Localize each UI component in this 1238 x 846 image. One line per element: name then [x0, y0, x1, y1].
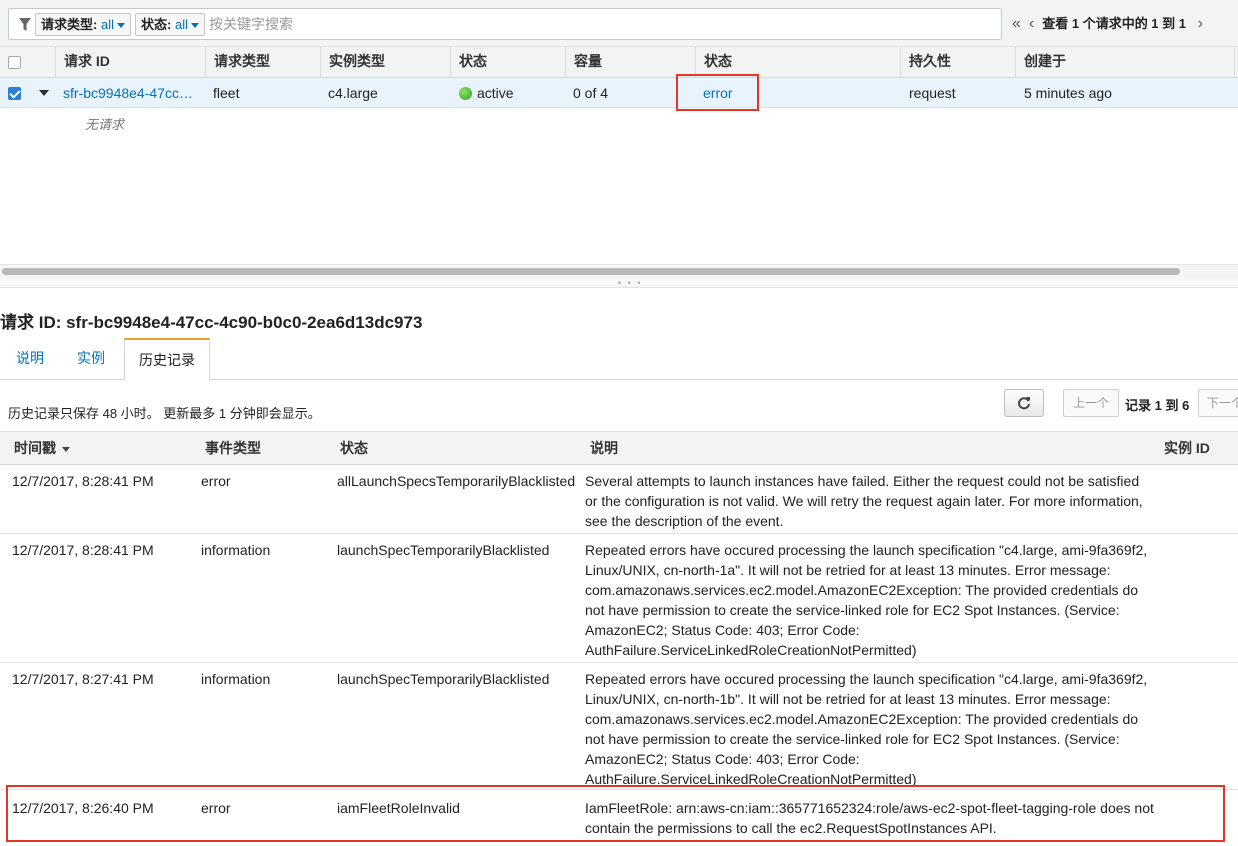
top-pager: « ‹ 查看 1 个请求中的 1 到 1 › — [1012, 13, 1203, 32]
scrollbar-thumb[interactable] — [2, 268, 1180, 275]
sort-down-icon — [62, 446, 70, 452]
tab-instances[interactable]: 实例 — [63, 338, 119, 380]
event-type-cell: error — [201, 473, 231, 489]
history-note: 历史记录只保存 48 小时。 更新最多 1 分钟即会显示。 — [8, 406, 321, 421]
column-header-request-type[interactable]: 请求类型 — [205, 47, 270, 78]
event-type-cell: information — [201, 671, 271, 687]
column-header-label: 时间戳 — [14, 440, 56, 456]
first-page-icon[interactable]: « — [1012, 16, 1021, 32]
grip-icon: • • • — [618, 278, 643, 288]
event-type-cell: information — [201, 542, 271, 558]
chevron-down-icon — [190, 23, 199, 29]
chip-label: 请求类型: — [41, 17, 98, 32]
previous-button[interactable]: 上一个 — [1063, 389, 1119, 417]
history-row: 12/7/2017, 8:28:41 PM error allLaunchSpe… — [0, 465, 1238, 534]
column-header-status[interactable]: 状态 — [340, 432, 368, 465]
column-header-request-id[interactable]: 请求 ID — [55, 47, 110, 78]
history-row: 12/7/2017, 8:28:41 PM information launch… — [0, 534, 1238, 663]
history-row: 12/7/2017, 8:27:41 PM information launch… — [0, 663, 1238, 790]
filter-box[interactable]: 请求类型: all 状态: all — [8, 8, 1002, 40]
no-requests-text: 无请求 — [85, 117, 125, 132]
funnel-icon — [19, 18, 31, 31]
chip-value: all — [100, 17, 114, 32]
description-cell: Repeated errors have occured processing … — [585, 542, 1148, 658]
column-header-timestamp[interactable]: 时间戳 — [14, 432, 70, 465]
next-button[interactable]: 下一个 — [1198, 389, 1238, 417]
description-cell: Several attempts to launch instances hav… — [585, 473, 1143, 529]
history-table-header: 时间戳 事件类型 状态 说明 实例 ID — [0, 431, 1238, 465]
column-header-description[interactable]: 说明 — [590, 432, 618, 465]
detail-title: 请求 ID: sfr-bc9948e4-47cc-4c90-b0c0-2ea6d… — [0, 313, 423, 332]
persistence-cell: request — [909, 85, 956, 101]
prev-page-icon[interactable]: ‹ — [1029, 16, 1034, 32]
row-checkbox[interactable] — [8, 87, 21, 100]
filter-bar: 请求类型: all 状态: all « ‹ 查看 1 个请求中的 1 到 1 › — [0, 0, 1238, 46]
timestamp-cell: 12/7/2017, 8:27:41 PM — [12, 671, 154, 687]
request-id-link[interactable]: sfr-bc9948e4-47cc… — [63, 78, 201, 108]
column-header-event-type[interactable]: 事件类型 — [205, 432, 261, 465]
refresh-button[interactable] — [1004, 389, 1044, 417]
pager-text: 查看 1 个请求中的 1 到 1 — [1042, 16, 1186, 31]
column-header-created[interactable]: 创建于 — [1015, 47, 1235, 78]
instance-type-cell: c4.large — [328, 85, 378, 101]
search-input[interactable] — [209, 12, 989, 36]
status-cell: launchSpecTemporarilyBlacklisted — [337, 671, 550, 687]
timestamp-cell: 12/7/2017, 8:28:41 PM — [12, 542, 154, 558]
detail-tabs: 说明 实例 历史记录 — [0, 338, 1238, 381]
timestamp-cell: 12/7/2017, 8:28:41 PM — [12, 473, 154, 489]
expand-caret-icon[interactable] — [39, 90, 49, 96]
capacity-cell: 0 of 4 — [573, 85, 609, 101]
filter-chip-state[interactable]: 状态: all — [135, 13, 205, 36]
chip-value: all — [174, 17, 188, 32]
column-header-capacity[interactable]: 容量 — [565, 47, 602, 78]
created-cell: 5 minutes ago — [1024, 85, 1112, 101]
table-row[interactable]: sfr-bc9948e4-47cc… fleet c4.large active… — [0, 78, 1238, 108]
tab-history[interactable]: 历史记录 — [124, 338, 210, 381]
column-header-instance-type[interactable]: 实例类型 — [320, 47, 385, 78]
requests-table-header: 请求 ID 请求类型 实例类型 状态 容量 状态 持久性 创建于 — [0, 46, 1238, 78]
filter-chip-request-type[interactable]: 请求类型: all — [35, 13, 131, 36]
highlight-box-iam-error — [6, 785, 1225, 842]
column-header-instance-id[interactable]: 实例 ID — [1164, 432, 1210, 465]
status-active-icon — [459, 87, 472, 100]
column-header-persistence[interactable]: 持久性 — [900, 47, 951, 78]
highlight-box-status — [676, 74, 759, 111]
state-cell: active — [459, 78, 514, 108]
horizontal-scrollbar[interactable] — [0, 264, 1238, 278]
refresh-icon — [1018, 397, 1030, 410]
request-type-cell: fleet — [213, 85, 240, 101]
description-cell: Repeated errors have occured processing … — [585, 671, 1148, 787]
chip-label: 状态: — [141, 17, 172, 32]
status-cell: allLaunchSpecsTemporarilyBlacklisted — [337, 473, 576, 489]
column-header-state[interactable]: 状态 — [450, 47, 487, 78]
tab-description[interactable]: 说明 — [2, 338, 58, 380]
next-page-icon[interactable]: › — [1198, 16, 1203, 32]
chevron-down-icon — [116, 23, 125, 29]
select-all-checkbox[interactable] — [8, 56, 21, 69]
panel-splitter[interactable]: • • • — [0, 278, 1238, 288]
state-text: active — [477, 85, 514, 101]
records-range: 记录 1 到 6 — [1125, 398, 1190, 413]
status-cell: launchSpecTemporarilyBlacklisted — [337, 542, 550, 558]
